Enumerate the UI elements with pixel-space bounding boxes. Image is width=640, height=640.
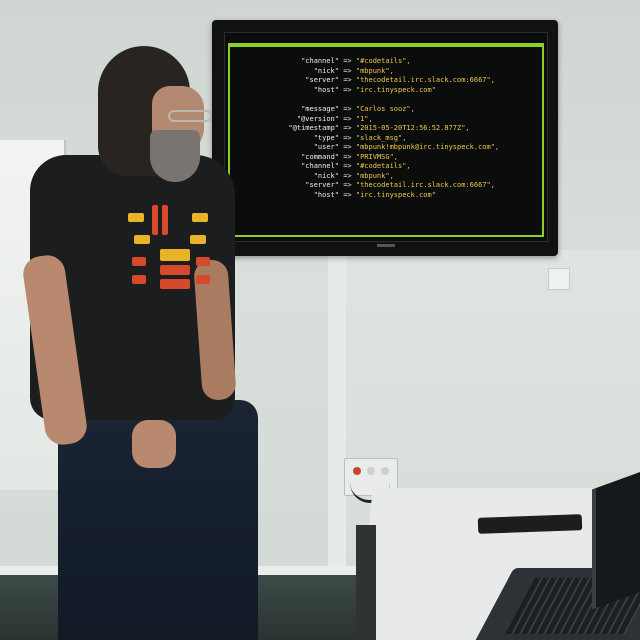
- shirt-button-decoration: [192, 213, 208, 222]
- terminal-gap: [235, 95, 540, 105]
- shirt-button-decoration: [134, 235, 150, 244]
- person-beard: [150, 130, 200, 182]
- terminal-line: "command" => "PRIVMSG",: [301, 152, 399, 161]
- wall-switch: [548, 268, 570, 290]
- terminal-line: "user" => "mbpunk!mbpunk@irc.tinyspeck.c…: [313, 143, 500, 151]
- shirt-button-decoration: [196, 257, 210, 266]
- wall-monitor: "channel" => "#codetails", "nick" => "mb…: [212, 20, 558, 256]
- terminal-line: "server" => "thecodetail.irc.slack.com:6…: [305, 181, 495, 189]
- terminal-line: "host" => "irc.tinyspeck.com": [313, 190, 436, 199]
- shirt-button-decoration: [190, 235, 206, 244]
- person-hand: [132, 420, 176, 468]
- shirt-button-decoration: [160, 265, 190, 275]
- terminal-line: "channel" => "#codetails",: [301, 162, 411, 170]
- terminal-line: "type" => "slack_msg",: [313, 133, 407, 142]
- glasses: [168, 110, 212, 122]
- terminal-line: "nick" => "mbpunk",: [313, 171, 394, 180]
- shirt-graphic: [122, 205, 218, 301]
- shirt-button-decoration: [132, 275, 146, 284]
- monitor-screen: "channel" => "#codetails", "nick" => "mb…: [224, 32, 548, 242]
- plug-icon: [381, 467, 389, 475]
- table-leg: [356, 525, 376, 640]
- shirt-button-decoration: [196, 275, 210, 284]
- wall-trim: [328, 255, 346, 585]
- shirt-button-decoration: [128, 213, 144, 222]
- plug-icon: [367, 467, 375, 475]
- terminal-line: "host" => "irc.tinyspeck.com": [313, 85, 436, 94]
- terminal-line: "channel" => "#codetails",: [301, 57, 411, 65]
- photo-scene: "channel" => "#codetails", "nick" => "mb…: [0, 0, 640, 640]
- shirt-button-decoration: [160, 279, 190, 289]
- shirt-button-decoration: [152, 205, 158, 235]
- monitor-logo: [377, 244, 395, 247]
- shirt-button-decoration: [160, 249, 190, 261]
- terminal-line: "nick" => "mbpunk",: [313, 66, 394, 75]
- terminal-line: "message" => "Carlos sooz",: [301, 105, 415, 113]
- shirt-button-decoration: [132, 257, 146, 266]
- terminal-output: "channel" => "#codetails", "nick" => "mb…: [235, 57, 540, 200]
- terminal-line: "server" => "thecodetail.irc.slack.com:6…: [305, 76, 495, 84]
- shirt-button-decoration: [162, 205, 168, 235]
- terminal-line: "@version" => "1",: [296, 114, 373, 123]
- plug-icon: [353, 467, 361, 475]
- terminal-line: "@timestamp" => "2015-05-20T12:56:52.877…: [288, 124, 470, 132]
- laptop-screen: [592, 470, 640, 610]
